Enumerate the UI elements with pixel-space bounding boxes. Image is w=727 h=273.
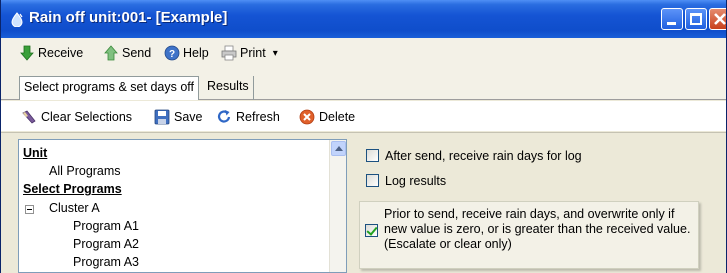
rain-drop-icon — [11, 12, 23, 27]
delete-button[interactable]: Delete — [299, 108, 355, 126]
tree-scrollbar[interactable] — [329, 140, 346, 272]
tree-item-cluster-a[interactable]: Cluster A — [49, 201, 100, 215]
print-dropdown-icon[interactable]: ▾ — [273, 48, 278, 59]
refresh-button[interactable]: Refresh — [216, 108, 280, 126]
delete-label: Delete — [319, 110, 356, 124]
floppy-disk-icon — [154, 109, 170, 125]
after-send-checkbox[interactable] — [366, 149, 379, 162]
overwrite-option-box: Prior to send, receive rain days, and ov… — [359, 201, 699, 269]
after-send-label: After send, receive rain days for log — [385, 149, 582, 163]
title-bar[interactable]: Rain off unit:001- [Example] — [1, 0, 726, 38]
tree-item-all-programs[interactable]: All Programs — [49, 164, 121, 178]
tree-item-program[interactable]: Program A1 — [73, 219, 139, 233]
unit-header: Unit — [23, 146, 48, 160]
maximize-icon — [690, 13, 702, 25]
after-send-option[interactable]: After send, receive rain days for log — [366, 149, 582, 163]
action-toolbar: Clear Selections Save Refresh Delete — [1, 101, 726, 131]
log-results-checkbox[interactable] — [366, 174, 379, 187]
receive-button[interactable]: Receive — [19, 44, 83, 62]
tree-item-program[interactable]: Program A3 — [73, 255, 139, 269]
refresh-label: Refresh — [236, 110, 280, 124]
close-button[interactable] — [709, 8, 726, 30]
options-pane: After send, receive rain days for log Lo… — [351, 139, 726, 273]
menu-bar: Receive Send ? Help Print ▾ — [1, 38, 726, 68]
program-tree[interactable]: Unit All Programs Select Programs Cluste… — [18, 139, 347, 273]
print-label: Print — [240, 46, 266, 60]
print-button[interactable]: Print ▾ — [221, 44, 278, 62]
clear-selections-button[interactable]: Clear Selections — [21, 108, 132, 126]
save-button[interactable]: Save — [154, 108, 203, 126]
log-results-option[interactable]: Log results — [366, 174, 446, 188]
save-label: Save — [174, 110, 203, 124]
tab-select-programs[interactable]: Select programs & set days off — [19, 76, 199, 100]
receive-label: Receive — [38, 46, 84, 60]
minimize-icon — [667, 22, 676, 25]
green-down-arrow-icon — [20, 45, 34, 61]
svg-text:?: ? — [169, 49, 175, 60]
clear-selections-label: Clear Selections — [41, 110, 133, 124]
printer-icon — [221, 45, 237, 61]
cluster-collapse-icon[interactable] — [25, 205, 34, 214]
select-programs-header: Select Programs — [23, 182, 122, 196]
window-title: Rain off unit:001- [Example] — [29, 9, 228, 26]
overwrite-option[interactable]: Prior to send, receive rain days, and ov… — [365, 207, 694, 252]
send-label: Send — [122, 46, 152, 60]
maximize-button[interactable] — [685, 8, 707, 30]
minimize-button[interactable] — [661, 8, 683, 30]
tab-results[interactable]: Results — [203, 76, 254, 100]
scroll-up-icon[interactable] — [331, 141, 346, 156]
delete-icon — [299, 109, 315, 125]
help-button[interactable]: ? Help — [164, 44, 209, 62]
eraser-icon — [22, 110, 36, 124]
overwrite-label: Prior to send, receive rain days, and ov… — [384, 207, 691, 251]
close-icon — [714, 13, 726, 25]
refresh-icon — [217, 110, 231, 123]
tab-strip: Select programs & set days off Results — [1, 68, 726, 100]
app-window: Rain off unit:001- [Example] Receive Sen… — [0, 0, 727, 273]
help-label: Help — [183, 46, 209, 60]
log-results-label: Log results — [385, 174, 447, 188]
send-button[interactable]: Send — [103, 44, 151, 62]
toolbar-divider — [1, 132, 726, 134]
tree-item-program[interactable]: Program A2 — [73, 237, 139, 251]
overwrite-checkbox[interactable] — [365, 224, 378, 237]
help-icon: ? — [164, 45, 180, 61]
green-up-arrow-icon — [104, 45, 118, 61]
